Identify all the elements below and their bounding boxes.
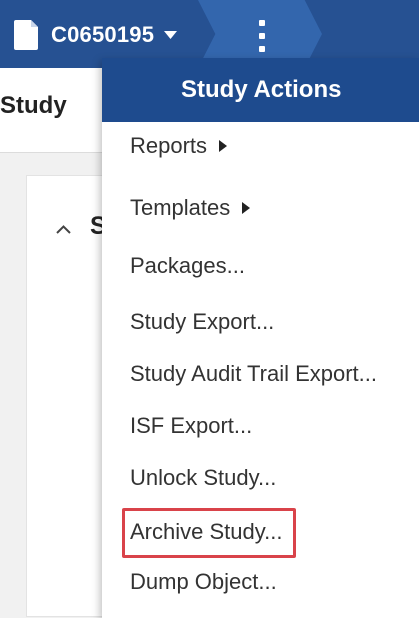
menu-item-label: Reports [130,133,208,158]
menu-item-isf-export[interactable]: ISF Export... [130,406,252,446]
caret-down-icon [164,31,178,39]
menu-item-dump-object[interactable]: Dump Object... [130,562,277,602]
study-id-label: C0650195 [51,22,155,47]
chevron-up-icon[interactable] [56,225,71,234]
menu-item-label: Packages... [130,253,245,278]
study-actions-menu: Study Actions Reports Templates Packages… [102,58,419,618]
menu-item-unlock-study[interactable]: Unlock Study... [130,458,276,498]
caret-right-icon [219,140,228,152]
menu-item-archive-study[interactable]: Archive Study... [130,512,282,552]
menu-item-label: ISF Export... [130,413,253,438]
document-icon [14,20,38,50]
menu-item-label: Study Export... [130,309,275,334]
menu-title: Study Actions [181,76,342,103]
menu-item-label: Dump Object... [130,569,277,594]
menu-item-label: Unlock Study... [130,465,277,490]
menu-item-label: Study Audit Trail Export... [130,361,378,386]
study-selector[interactable]: C0650195 [14,18,178,52]
menu-item-packages[interactable]: Packages... [130,246,245,286]
menu-item-label: Archive Study... [130,519,283,544]
menu-item-reports[interactable]: Reports [130,126,228,166]
menu-header: Study Actions [102,58,419,122]
menu-item-label: Templates [130,195,231,220]
page-title: Study [0,92,67,119]
caret-right-icon [242,202,251,214]
vertical-ellipsis-icon[interactable] [249,18,275,54]
menu-item-study-audit-trail-export[interactable]: Study Audit Trail Export... [130,354,377,394]
menu-item-study-export[interactable]: Study Export... [130,302,274,342]
menu-item-templates[interactable]: Templates [130,188,251,228]
